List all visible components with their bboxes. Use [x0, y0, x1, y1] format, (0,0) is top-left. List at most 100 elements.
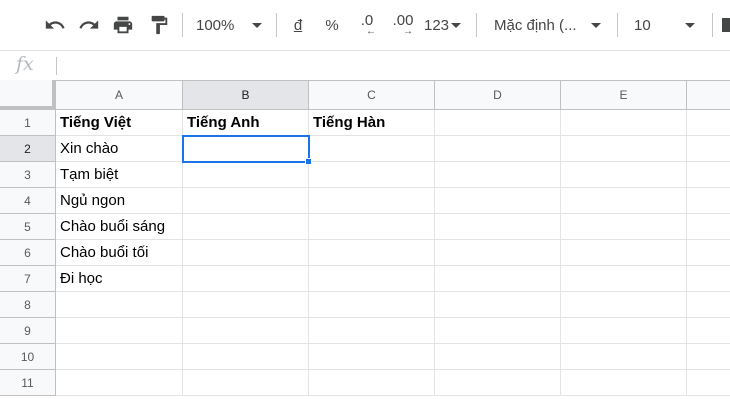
undo-icon[interactable] [40, 10, 70, 40]
cell-f11[interactable] [687, 370, 730, 396]
cell-a10[interactable] [56, 344, 183, 370]
cell-d4[interactable] [435, 188, 561, 214]
cell-e4[interactable] [561, 188, 687, 214]
cell-e2[interactable] [561, 136, 687, 162]
cell-b1[interactable]: Tiếng Anh [183, 110, 309, 136]
cell-c3[interactable] [309, 162, 435, 188]
cell-f7[interactable] [687, 266, 730, 292]
cell-f3[interactable] [687, 162, 730, 188]
cell-c1[interactable]: Tiếng Hàn [309, 110, 435, 136]
cell-b9[interactable] [183, 318, 309, 344]
cell-f8[interactable] [687, 292, 730, 318]
cell-e9[interactable] [561, 318, 687, 344]
bold-button[interactable] [722, 10, 730, 40]
cell-a11[interactable] [56, 370, 183, 396]
cell-a5[interactable]: Chào buổi sáng [56, 214, 183, 240]
cell-f1[interactable] [687, 110, 730, 136]
cell-e11[interactable] [561, 370, 687, 396]
cell-d5[interactable] [435, 214, 561, 240]
currency-format-button[interactable]: đ [286, 10, 310, 40]
cell-c2[interactable] [309, 136, 435, 162]
font-size-select[interactable]: 10 [634, 10, 700, 40]
cell-b11[interactable] [183, 370, 309, 396]
print-icon[interactable] [108, 10, 138, 40]
row-header-10[interactable]: 10 [0, 344, 56, 370]
cell-a9[interactable] [56, 318, 183, 344]
cell-d3[interactable] [435, 162, 561, 188]
cell-e8[interactable] [561, 292, 687, 318]
column-header-c[interactable]: C [309, 80, 435, 110]
select-all-corner[interactable] [0, 80, 56, 110]
zoom-select[interactable]: 100% [196, 10, 268, 40]
cell-f9[interactable] [687, 318, 730, 344]
cell-c7[interactable] [309, 266, 435, 292]
cell-f10[interactable] [687, 344, 730, 370]
column-header-f[interactable] [687, 80, 730, 110]
cell-f4[interactable] [687, 188, 730, 214]
cell-f5[interactable] [687, 214, 730, 240]
cell-b6[interactable] [183, 240, 309, 266]
cell-e6[interactable] [561, 240, 687, 266]
cell-c5[interactable] [309, 214, 435, 240]
percent-format-button[interactable]: % [320, 10, 344, 40]
cell-d10[interactable] [435, 344, 561, 370]
cell-a3[interactable]: Tạm biệt [56, 162, 183, 188]
cell-c11[interactable] [309, 370, 435, 396]
column-header-a[interactable]: A [56, 80, 183, 110]
cell-e7[interactable] [561, 266, 687, 292]
cell-c4[interactable] [309, 188, 435, 214]
cell-c6[interactable] [309, 240, 435, 266]
more-formats-button[interactable]: 123 [424, 10, 466, 40]
redo-icon[interactable] [74, 10, 104, 40]
row-header-7[interactable]: 7 [0, 266, 56, 292]
cell-b4[interactable] [183, 188, 309, 214]
column-header-d[interactable]: D [435, 80, 561, 110]
cell-e3[interactable] [561, 162, 687, 188]
cell-e5[interactable] [561, 214, 687, 240]
cell-d8[interactable] [435, 292, 561, 318]
cell-a2[interactable]: Xin chào [56, 136, 183, 162]
row-header-11[interactable]: 11 [0, 370, 56, 396]
cell-a4[interactable]: Ngủ ngon [56, 188, 183, 214]
fx-icon: fx [16, 53, 34, 75]
column-header-b[interactable]: B [183, 80, 309, 110]
font-family-select[interactable]: Mặc định (... [494, 10, 606, 40]
cell-b7[interactable] [183, 266, 309, 292]
cell-b3[interactable] [183, 162, 309, 188]
increase-decimal-button[interactable]: .00 → [388, 10, 418, 40]
cell-d11[interactable] [435, 370, 561, 396]
cell-b10[interactable] [183, 344, 309, 370]
formula-input[interactable] [64, 51, 724, 80]
row-header-5[interactable]: 5 [0, 214, 56, 240]
column-header-e[interactable]: E [561, 80, 687, 110]
row-header-3[interactable]: 3 [0, 162, 56, 188]
fill-handle[interactable] [305, 158, 312, 165]
cell-f6[interactable] [687, 240, 730, 266]
cell-b8[interactable] [183, 292, 309, 318]
cell-d9[interactable] [435, 318, 561, 344]
row-header-1[interactable]: 1 [0, 110, 56, 136]
row-header-4[interactable]: 4 [0, 188, 56, 214]
cell-a7[interactable]: Đi học [56, 266, 183, 292]
cell-d7[interactable] [435, 266, 561, 292]
cell-a8[interactable] [56, 292, 183, 318]
cell-c9[interactable] [309, 318, 435, 344]
cell-c10[interactable] [309, 344, 435, 370]
cell-d1[interactable] [435, 110, 561, 136]
row-header-6[interactable]: 6 [0, 240, 56, 266]
cell-b5[interactable] [183, 214, 309, 240]
cell-c8[interactable] [309, 292, 435, 318]
cell-d2[interactable] [435, 136, 561, 162]
paint-format-icon[interactable] [144, 10, 174, 40]
cell-f2[interactable] [687, 136, 730, 162]
row-header-8[interactable]: 8 [0, 292, 56, 318]
cell-e1[interactable] [561, 110, 687, 136]
cell-b2[interactable] [183, 136, 309, 162]
cell-a1[interactable]: Tiếng Việt [56, 110, 183, 136]
cell-e10[interactable] [561, 344, 687, 370]
cell-a6[interactable]: Chào buổi tối [56, 240, 183, 266]
decrease-decimal-button[interactable]: .0 ← [354, 10, 380, 40]
cell-d6[interactable] [435, 240, 561, 266]
row-header-2[interactable]: 2 [0, 136, 56, 162]
row-header-9[interactable]: 9 [0, 318, 56, 344]
